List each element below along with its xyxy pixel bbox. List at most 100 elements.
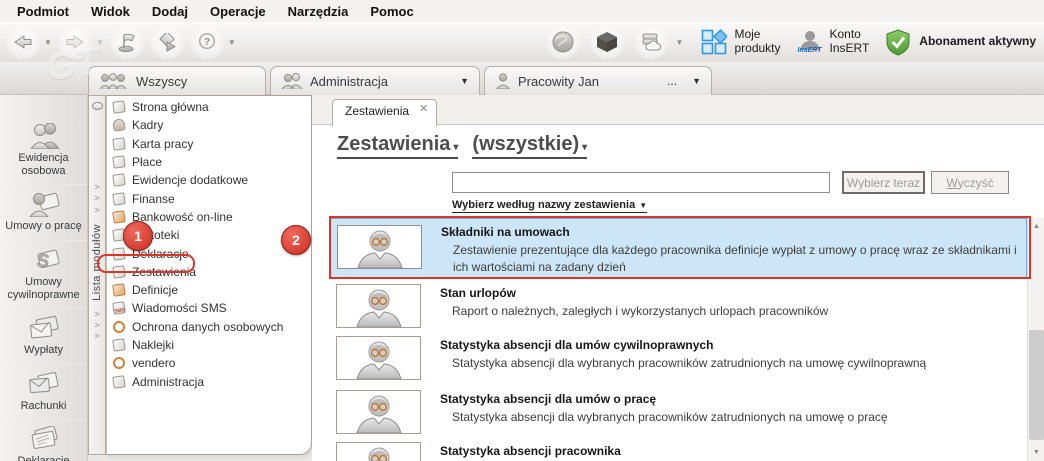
module-item-ewidencje-dodatkowe[interactable]: Ewidencje dodatkowe xyxy=(107,171,311,189)
sidebar-item-rachunki[interactable]: Rachunki xyxy=(0,363,87,420)
menu-narzedzia[interactable]: Narzędzia xyxy=(279,2,358,21)
person-document-icon xyxy=(27,191,61,218)
report-row-statystyka-cywilnoprawne[interactable]: Statystyka absencji dla umów cywilnopraw… xyxy=(330,332,1027,384)
cloud-dropdown-caret[interactable]: ▼ xyxy=(676,38,684,47)
forward-dropdown-caret[interactable]: ▼ xyxy=(96,38,104,47)
forward-button[interactable] xyxy=(57,25,92,59)
vertical-scrollbar[interactable]: ▲ ▼ xyxy=(1027,218,1044,461)
forward-icon xyxy=(65,34,85,50)
report-row-statystyka-umowy-o-prace[interactable]: Statystyka absencji dla umów o pracę Sta… xyxy=(330,386,1027,436)
scroll-up-icon[interactable]: ▲ xyxy=(1028,218,1044,235)
close-tab-icon[interactable]: ✕ xyxy=(419,104,428,115)
online-banking-icon xyxy=(112,210,126,224)
cube-button[interactable] xyxy=(589,25,624,59)
content-body: Zestawienia ▾ (wszystkie) ▾ Wybierz tera… xyxy=(312,125,1044,461)
content-tab-zestawienia[interactable]: Zestawienia ✕ xyxy=(332,99,438,126)
my-products-button[interactable]: Moje produkty xyxy=(701,27,781,56)
report-row-skladniki-na-umowach[interactable]: Składniki na umowach Zestawienie prezent… xyxy=(330,218,1027,278)
report-row-statystyka-pracownika[interactable]: Statystyka absencji pracownika Statystyk… xyxy=(330,438,1027,461)
chevron-down-icon: ▼ xyxy=(639,200,648,210)
svg-text:S: S xyxy=(37,251,49,271)
module-item-bankowosc-online[interactable]: Bankowość on-line xyxy=(107,208,311,226)
menu-dodaj[interactable]: Dodaj xyxy=(143,2,197,21)
module-item-finanse[interactable]: Finanse xyxy=(107,189,311,207)
filter-by-name-link[interactable]: Wybierz według nazwy zestawienia ▼ xyxy=(452,199,648,213)
cloud-archive-button[interactable] xyxy=(633,25,668,59)
module-item-naklejki[interactable]: Naklejki xyxy=(107,336,311,354)
module-item-vendero[interactable]: vendero xyxy=(107,354,311,372)
report-row-stan-urlopow[interactable]: Stan urlopów Raport o należnych, zaległy… xyxy=(330,280,1027,330)
module-item-place[interactable]: Płace xyxy=(107,153,311,171)
search-input[interactable] xyxy=(452,172,830,193)
contract-icon: S xyxy=(27,247,61,273)
report-avatar-icon xyxy=(336,336,421,380)
sidebar-item-umowy-o-prace[interactable]: Umowy o pracę xyxy=(0,184,87,240)
title-filter-dropdown[interactable]: (wszystkie) ▾ xyxy=(472,133,588,159)
reports-icon xyxy=(112,265,126,279)
module-item-strona-glowna[interactable]: Strona główna xyxy=(107,98,311,116)
report-description: Statystyka absencji dla wybranych pracow… xyxy=(452,410,888,424)
report-description: Raport o należnych, zaległych i wykorzys… xyxy=(452,304,829,318)
sidebar-item-umowy-cywilnoprawne[interactable]: S Umowy cywilnoprawne xyxy=(0,239,87,308)
sidebar-item-ewidencja-osobowa[interactable]: Ewidencja osobowa xyxy=(0,117,87,184)
scrollbar-thumb[interactable] xyxy=(1029,330,1044,440)
help-dropdown-caret[interactable]: ▼ xyxy=(228,38,236,47)
pin-icon[interactable] xyxy=(91,102,103,110)
report-title: Składniki na umowach xyxy=(441,225,570,239)
tab-ellipsis[interactable]: ... xyxy=(667,74,677,88)
chevron-down-icon: ▾ xyxy=(453,142,459,153)
flag-icon xyxy=(117,33,137,52)
person-icon xyxy=(495,73,511,89)
report-title: Statystyka absencji dla umów cywilnopraw… xyxy=(440,338,714,352)
menu-pomoc[interactable]: Pomoc xyxy=(361,2,422,21)
tab-pracowity-jan[interactable]: Pracowity Jan ... ▼ xyxy=(484,66,712,95)
operations-icon xyxy=(157,32,177,52)
globe-button[interactable] xyxy=(545,25,580,59)
sidebar-item-deklaracje-skarbowe[interactable]: Deklaracje skarbowe xyxy=(0,419,87,461)
help-button[interactable]: ? xyxy=(189,25,224,59)
subscription-label: Abonament aktywny xyxy=(919,34,1036,49)
operations-button[interactable] xyxy=(149,25,184,59)
module-item-karta-pracy[interactable]: Karta pracy xyxy=(107,135,311,153)
scroll-down-icon[interactable]: ▼ xyxy=(1028,444,1044,461)
module-item-administracja[interactable]: Administracja xyxy=(107,372,311,390)
sidebar-label: Ewidencja osobowa xyxy=(18,152,69,177)
module-item-kartoteki[interactable]: Kartoteki xyxy=(107,226,311,244)
report-avatar-icon xyxy=(336,442,421,461)
flag-button[interactable] xyxy=(109,25,144,59)
back-dropdown-caret[interactable]: ▼ xyxy=(44,38,52,47)
report-description: Statystyka absencji dla wybranych pracow… xyxy=(452,356,927,370)
sidebar-label: Umowy o pracę xyxy=(5,220,82,233)
tab-pracowity-caret[interactable]: ▼ xyxy=(692,76,701,86)
module-item-deklaracje[interactable]: Deklaracje xyxy=(107,244,311,262)
extra-records-icon xyxy=(112,173,126,188)
menu-bar: Podmiot Widok Dodaj Operacje Narzędzia P… xyxy=(0,0,1044,22)
workspace-tab-bar: Wszyscy Administracja ▼ Pracowity Jan ..… xyxy=(0,62,1044,154)
menu-widok[interactable]: Widok xyxy=(82,2,139,21)
module-sidebar: Ewidencja osobowa Umowy o pracę S Umowy … xyxy=(0,95,88,461)
module-item-wiadomosci-sms[interactable]: Wiadomości SMS xyxy=(107,299,311,317)
clear-button[interactable]: Wyczyść xyxy=(931,171,1009,194)
subscription-status[interactable]: Abonament aktywny xyxy=(885,28,1036,56)
tab-wszyscy[interactable]: Wszyscy xyxy=(88,66,266,95)
insert-account-button[interactable]: InsERT Konto InsERT xyxy=(797,27,870,56)
menu-podmiot[interactable]: Podmiot xyxy=(8,2,78,21)
tab-administracja-caret[interactable]: ▼ xyxy=(460,76,469,86)
menu-operacje[interactable]: Operacje xyxy=(201,2,275,21)
title-zestawienia-dropdown[interactable]: Zestawienia ▾ xyxy=(337,133,459,159)
tab-administracja[interactable]: Administracja ▼ xyxy=(270,66,480,95)
svg-text:?: ? xyxy=(204,37,210,48)
help-icon: ? xyxy=(197,33,217,51)
choose-now-button[interactable]: Wybierz teraz xyxy=(842,171,925,194)
module-list-strip[interactable]: > > > Lista modułów > > > xyxy=(88,95,106,455)
module-item-zestawienia[interactable]: Zestawienia xyxy=(107,263,311,281)
my-products-label: Moje produkty xyxy=(734,27,781,55)
module-item-kadry[interactable]: Kadry xyxy=(107,116,311,134)
finance-icon xyxy=(112,191,126,206)
module-item-definicje[interactable]: Definicje xyxy=(107,281,311,299)
sidebar-item-wyplaty[interactable]: Wypłaty xyxy=(0,308,87,364)
tab-wszyscy-label: Wszyscy xyxy=(136,73,188,89)
module-item-ochrona-danych[interactable]: Ochrona danych osobowych xyxy=(107,318,311,336)
payroll-icon xyxy=(112,155,126,169)
back-button[interactable] xyxy=(6,25,40,59)
